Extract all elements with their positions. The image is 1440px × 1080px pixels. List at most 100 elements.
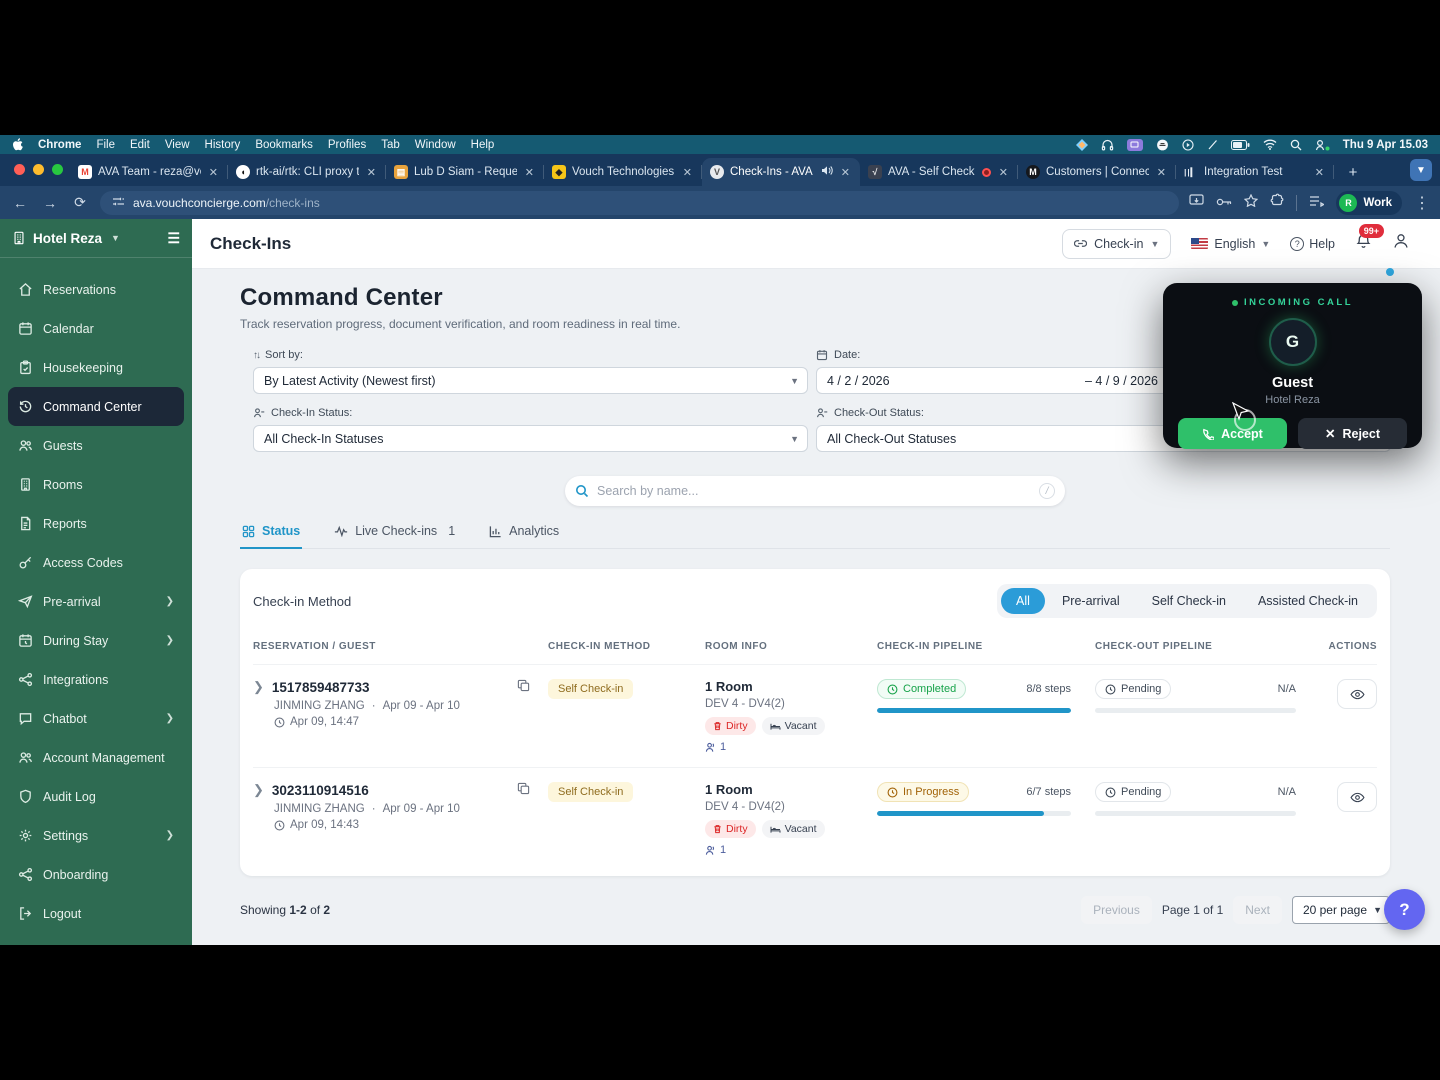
copy-icon[interactable]	[517, 679, 530, 697]
tab-check-ins-active[interactable]: V Check-Ins - AVA by V ✕	[702, 158, 860, 186]
menubar-item-edit[interactable]: Edit	[130, 139, 150, 151]
sidebar-toggle-icon[interactable]: ☰	[167, 230, 180, 247]
tab-customers-connector[interactable]: M Customers | Connector A ✕	[1018, 158, 1176, 186]
tab-analytics[interactable]: Analytics	[487, 524, 561, 548]
sidebar-item-during-stay[interactable]: During Stay ❯	[8, 621, 184, 660]
menubar-item-tab[interactable]: Tab	[381, 139, 400, 151]
view-details-button[interactable]	[1337, 679, 1377, 709]
user-switch-icon[interactable]	[1315, 139, 1330, 151]
close-tab-icon[interactable]: ✕	[1313, 166, 1326, 179]
menubar-item-chrome[interactable]: Chrome	[38, 139, 81, 151]
close-tab-icon[interactable]: ✕	[681, 166, 694, 179]
sidebar-item-calendar[interactable]: Calendar	[8, 309, 184, 348]
sidebar-item-onboarding[interactable]: Onboarding	[8, 855, 184, 894]
play-circle-icon[interactable]	[1182, 139, 1194, 151]
tab-ava-team[interactable]: M AVA Team - reza@vouch ✕	[70, 158, 228, 186]
sidebar-item-reports[interactable]: Reports	[8, 504, 184, 543]
menubar-item-profiles[interactable]: Profiles	[328, 139, 366, 151]
hotel-switcher[interactable]: Hotel Reza ▼ ☰	[0, 219, 192, 258]
new-tab-button[interactable]: +	[1340, 159, 1366, 185]
sidebar-item-rooms[interactable]: Rooms	[8, 465, 184, 504]
tab-status[interactable]: Status	[240, 524, 302, 548]
sidebar-item-pre-arrival[interactable]: Pre-arrival ❯	[8, 582, 184, 621]
tab-search-chevron-button[interactable]: ▼	[1410, 159, 1432, 181]
menubar-item-window[interactable]: Window	[415, 139, 456, 151]
notifications-button[interactable]: 99+	[1355, 233, 1372, 255]
tab-lubd[interactable]: ▤ Lub D Siam - Request - ✕	[386, 158, 544, 186]
copy-icon[interactable]	[517, 782, 530, 800]
close-tab-icon[interactable]: ✕	[207, 166, 220, 179]
close-tab-icon[interactable]: ✕	[523, 166, 536, 179]
sidebar-item-chatbot[interactable]: Chatbot ❯	[8, 699, 184, 738]
search-bar[interactable]: Search by name... /	[565, 476, 1065, 506]
tab-vouch-tech[interactable]: ◆ Vouch Technologies Parti ✕	[544, 158, 702, 186]
tab-rtk[interactable]: ◖ rtk-ai/rtk: CLI proxy that ✕	[228, 158, 386, 186]
close-window-button[interactable]	[14, 164, 25, 175]
sidebar-item-audit-log[interactable]: Audit Log	[8, 777, 184, 816]
menubar-item-history[interactable]: History	[205, 139, 241, 151]
headphones-icon[interactable]	[1101, 139, 1114, 151]
language-dropdown[interactable]: English ▼	[1191, 237, 1270, 251]
sidebar-item-account-management[interactable]: Account Management	[8, 738, 184, 777]
close-tab-icon[interactable]: ✕	[1155, 166, 1168, 179]
sidebar-item-integrations[interactable]: Integrations	[8, 660, 184, 699]
per-page-select[interactable]: 20 per page▼	[1292, 896, 1390, 924]
sidebar-item-reservations[interactable]: Reservations	[8, 270, 184, 309]
menubar-item-file[interactable]: File	[96, 139, 115, 151]
bookmark-star-icon[interactable]	[1244, 194, 1258, 212]
site-settings-icon[interactable]	[112, 195, 125, 211]
method-self-check-in[interactable]: Self Check-in	[1137, 588, 1241, 614]
previous-page-button[interactable]: Previous	[1081, 896, 1152, 924]
wifi-icon[interactable]	[1263, 139, 1277, 150]
menubar-item-help[interactable]: Help	[471, 139, 495, 151]
help-button[interactable]: ? Help	[1290, 237, 1335, 251]
sidebar-item-command-center[interactable]: Command Center	[8, 387, 184, 426]
reject-call-button[interactable]: ✕ Reject	[1298, 418, 1407, 449]
checkin-mode-dropdown[interactable]: Check-in ▼	[1062, 229, 1171, 259]
menubar-item-view[interactable]: View	[165, 139, 190, 151]
view-details-button[interactable]	[1337, 782, 1377, 812]
address-bar[interactable]: ava.vouchconcierge.com/check-ins	[100, 191, 1179, 215]
color-diamond-icon[interactable]	[1076, 139, 1088, 151]
tab-self-check-in[interactable]: √ AVA - Self Check In ✕	[860, 158, 1018, 186]
pencil-icon[interactable]	[1207, 139, 1218, 151]
apple-logo-icon[interactable]	[12, 138, 23, 151]
method-pre-arrival[interactable]: Pre-arrival	[1047, 588, 1135, 614]
docker-icon[interactable]	[1156, 139, 1169, 151]
minimize-window-button[interactable]	[33, 164, 44, 175]
close-tab-icon[interactable]: ✕	[365, 166, 378, 179]
close-tab-icon[interactable]: ✕	[839, 166, 852, 179]
sidebar-item-settings[interactable]: Settings ❯	[8, 816, 184, 855]
close-tab-icon[interactable]: ✕	[997, 166, 1010, 179]
help-fab[interactable]: ?	[1384, 889, 1425, 930]
sidebar-item-access-codes[interactable]: Access Codes	[8, 543, 184, 582]
tab-integration-test[interactable]: ||▎ Integration Test ✕	[1176, 158, 1334, 186]
menubar-clock[interactable]: Thu 9 Apr 15.03	[1343, 139, 1428, 151]
zoom-window-button[interactable]	[52, 164, 63, 175]
chrome-menu-icon[interactable]: ⋮	[1414, 193, 1430, 213]
sidebar-item-housekeeping[interactable]: Housekeeping	[8, 348, 184, 387]
password-manager-icon[interactable]	[1216, 194, 1232, 212]
install-app-icon[interactable]	[1189, 194, 1204, 212]
profile-chip[interactable]: R Work	[1336, 191, 1402, 215]
forward-button[interactable]: →	[40, 195, 60, 211]
sidebar-item-guests[interactable]: Guests	[8, 426, 184, 465]
checkin-status-select[interactable]: All Check-In Statuses▼	[253, 425, 808, 452]
display-chip-icon[interactable]	[1127, 139, 1143, 151]
method-all[interactable]: All	[1001, 588, 1045, 614]
reading-list-icon[interactable]	[1309, 194, 1324, 212]
back-button[interactable]: ←	[10, 195, 30, 211]
next-page-button[interactable]: Next	[1233, 896, 1282, 924]
profile-button[interactable]	[1392, 232, 1410, 255]
method-assisted[interactable]: Assisted Check-in	[1243, 588, 1373, 614]
spotlight-search-icon[interactable]	[1290, 139, 1302, 151]
reload-button[interactable]: ⟳	[70, 194, 90, 211]
expand-row-icon[interactable]: ❯	[253, 679, 264, 695]
menubar-item-bookmarks[interactable]: Bookmarks	[255, 139, 313, 151]
expand-row-icon[interactable]: ❯	[253, 782, 264, 798]
battery-icon[interactable]	[1231, 140, 1250, 150]
sidebar-item-logout[interactable]: Logout	[8, 894, 184, 933]
tab-audio-icon[interactable]	[821, 165, 833, 179]
extensions-icon[interactable]	[1270, 193, 1284, 212]
sort-select[interactable]: By Latest Activity (Newest first)▼	[253, 367, 808, 394]
